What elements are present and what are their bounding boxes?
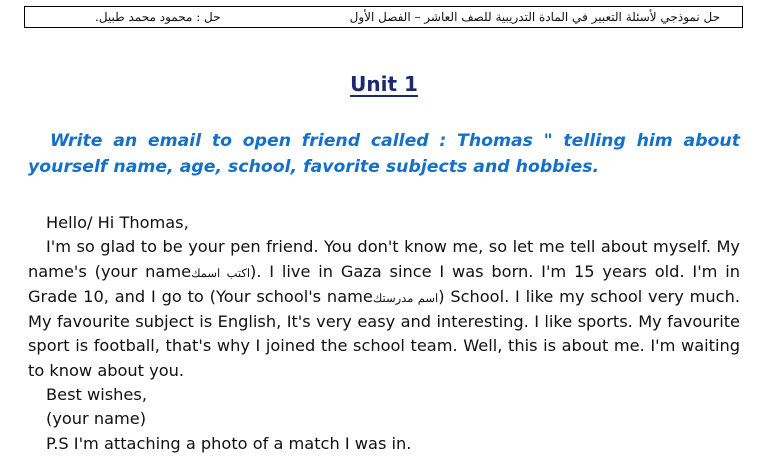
header-author: حل : محمود محمد طبيل. xyxy=(95,10,221,24)
school-placeholder: Your school's name xyxy=(215,286,373,306)
header-title: حل نموذجي لأسئلة التعبير في المادة التدر… xyxy=(349,10,720,24)
letter-closing: Best wishes, xyxy=(46,385,147,405)
letter-signature: (your name) xyxy=(46,409,147,429)
name-placeholder: your name xyxy=(100,261,192,281)
letter-greeting: Hello/ Hi Thomas, xyxy=(46,213,189,232)
writing-prompt: Write an email to open friend called : T… xyxy=(28,131,740,177)
name-arabic-hint: اكتب اسمك xyxy=(191,265,251,280)
letter-postscript: P.S I'm attaching a photo of a match I w… xyxy=(46,433,412,453)
letter-body: I'm so glad to be your pen friend. You d… xyxy=(28,235,740,383)
school-arabic-hint: اسم مدرستك xyxy=(372,290,439,305)
page-header: حل نموذجي لأسئلة التعبير في المادة التدر… xyxy=(24,6,743,28)
unit-title: Unit 1 xyxy=(350,72,418,96)
email-letter: Hello/ Hi Thomas, I'm so glad to be your… xyxy=(28,211,740,456)
